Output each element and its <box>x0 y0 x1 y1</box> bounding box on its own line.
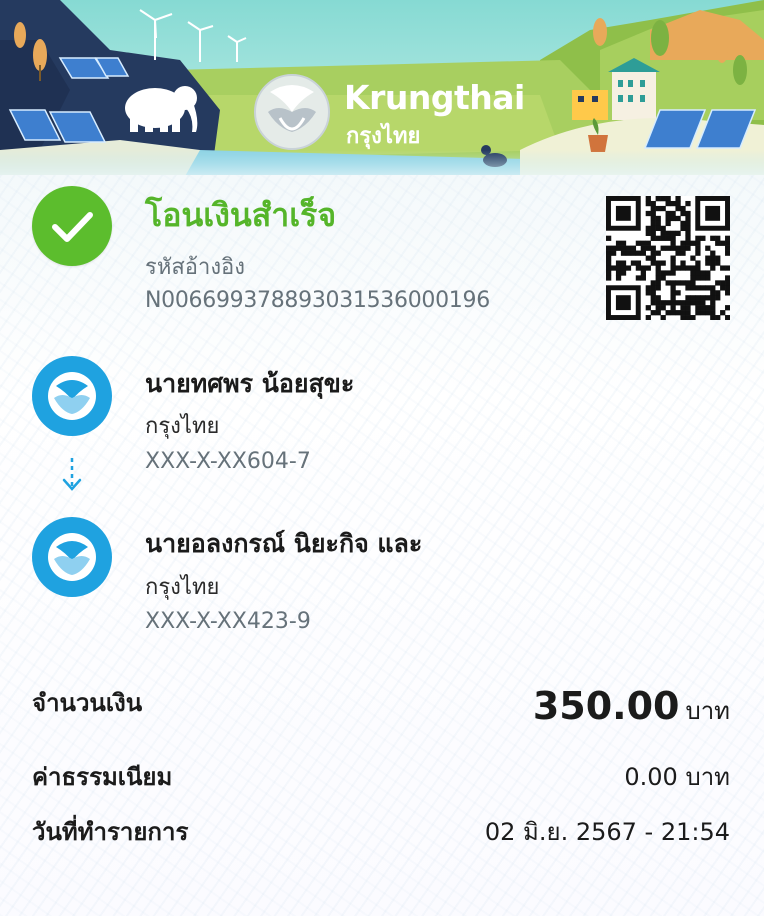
krungthai-bird-icon <box>48 372 96 420</box>
amount-label: จำนวนเงิน <box>32 689 143 717</box>
receiver-name: นายอลงกรณ์ นิยะกิจ และ <box>145 529 423 558</box>
amount-unit: บาท <box>685 697 730 725</box>
amount-value: 350.00 <box>532 684 680 728</box>
krungthai-logo-icon <box>254 74 330 150</box>
receiver-account: XXX-X-XX423-9 <box>145 609 311 634</box>
reference-label: รหัสอ้างอิง <box>145 255 246 280</box>
krungthai-bird-icon <box>48 533 96 581</box>
success-badge <box>32 186 112 266</box>
receiver-bank-logo <box>32 517 112 597</box>
qr-code-icon[interactable] <box>606 196 731 321</box>
sender-bank: กรุงไทย <box>145 414 220 439</box>
arrow-down-icon <box>62 458 82 491</box>
fee-value: 0.00 บาท <box>624 763 730 791</box>
sender-bank-logo <box>32 356 112 436</box>
reference-code: N006699378893031536000196 <box>145 288 490 313</box>
brand-name-th: กรุงไทย <box>346 124 421 149</box>
fee-label: ค่าธรรมเนียม <box>32 763 173 791</box>
header-banner: Krungthai กรุงไทย <box>0 0 764 185</box>
sender-account: XXX-X-XX604-7 <box>145 449 311 474</box>
receiver-bank: กรุงไทย <box>145 575 220 600</box>
check-icon <box>52 212 93 242</box>
brand-name-en: Krungthai <box>344 78 525 117</box>
transaction-date-value: 02 มิ.ย. 2567 - 21:54 <box>484 818 730 846</box>
status-title: โอนเงินสำเร็จ <box>145 196 337 234</box>
transaction-date-label: วันที่ทำรายการ <box>32 818 189 846</box>
sender-name: นายทศพร น้อยสุขะ <box>145 369 355 398</box>
amount-display: 350.00 บาท <box>533 684 730 730</box>
